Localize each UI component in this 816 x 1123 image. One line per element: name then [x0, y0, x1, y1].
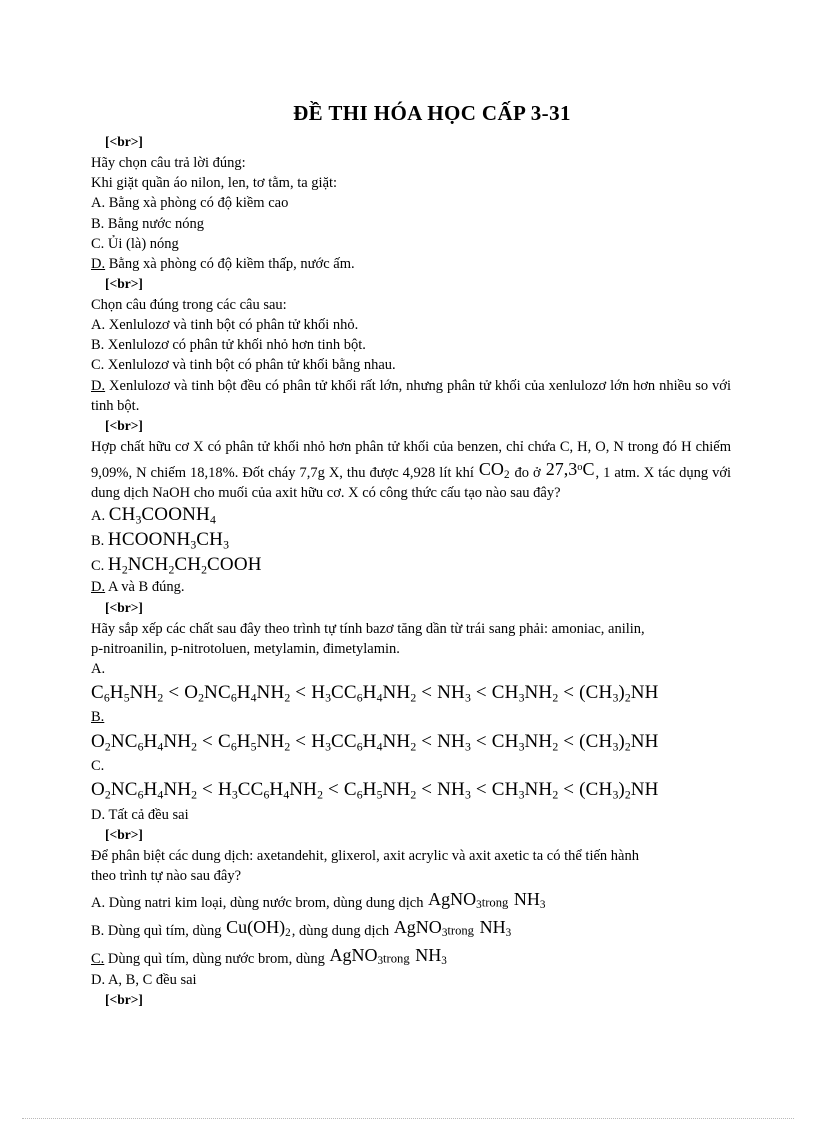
q5-option-a-formula-nh3: NH3 — [513, 889, 546, 912]
q5-option-c-formula-nh3: NH3 — [415, 945, 447, 968]
q4-option-a-marker: A. — [91, 660, 106, 677]
br-marker: [<br>] — [105, 992, 143, 1008]
q4-option-d[interactable]: D. Tất cả đều sai — [91, 805, 731, 825]
q3-formula-co2: CO2 — [478, 458, 511, 481]
q3-option-d-text: A và B đúng. — [107, 579, 185, 596]
q3-option-a-formula: CH3COONH4 — [108, 504, 216, 527]
q4-option-b-sequence: O2NC6H4NH2 < C6H5NH2 < H3CC6H4NH2 < NH3 < CH3NH2… — [91, 730, 659, 753]
page-title: ĐỀ THI HÓA HỌC CẤP 3-31 — [293, 101, 571, 125]
q1-prompt-line-1: Hãy chọn câu trả lời đúng: — [91, 155, 246, 172]
q1-option-b-marker: B. — [91, 215, 105, 232]
q1-option-c-text: Ủi (là) nóng — [107, 235, 179, 252]
q2-option-b-marker: B. — [91, 337, 105, 354]
q1-option-b-text: Bằng nước nóng — [107, 215, 204, 232]
q5-option-b-mid0: , dùng dung dịch — [291, 923, 390, 940]
q3-option-b-formula: HCOONH3CH3 — [107, 529, 229, 552]
br-marker: [<br>] — [105, 134, 143, 150]
q3-temp-value: 27,3 — [545, 458, 578, 479]
q5-option-c-pre: Dùng quì tím, dùng nước brom, dùng — [107, 951, 325, 968]
q3-co2-sub: 2 — [503, 468, 510, 481]
q4-option-c-sequence: O2NC6H4NH2 < H3CC6H4NH2 < C6H5NH2 < NH3 < CH3NH2… — [91, 779, 659, 802]
document-page: ĐỀ THI HÓA HỌC CẤP 3-31 [<br>] Hãy chọn … — [0, 0, 816, 1123]
document-body: ĐỀ THI HÓA HỌC CẤP 3-31 [<br>] Hãy chọn … — [91, 100, 731, 1011]
q3-prompt: Hợp chất hữu cơ X có phân tử khối nhỏ hơ… — [91, 437, 731, 504]
q2-option-c[interactable]: C. Xenlulozơ và tinh bột có phân tử khối… — [91, 355, 731, 375]
q1-option-d-text: Bằng xà phòng có độ kiềm thấp, nước ấm. — [108, 255, 355, 272]
q5-option-c-mid: trong — [383, 951, 410, 966]
q1-option-c-marker: C. — [91, 235, 105, 252]
q2-option-d-marker: D. — [91, 377, 106, 394]
q4-prompt-line-2: p-nitroanilin, p-nitrotoluen, metylamin,… — [91, 640, 400, 657]
q5-option-d[interactable]: D. A, B, C đều sai — [91, 970, 731, 990]
q1-prompt-line-2: Khi giặt quần áo nilon, len, tơ tằm, ta … — [91, 175, 338, 192]
q5-option-d-text: A, B, C đều sai — [107, 972, 197, 989]
q5-option-b-formula-cuoh2: Cu(OH)2 — [226, 917, 291, 940]
q5-option-c[interactable]: C. Dùng quì tím, dùng nước brom, dùng Ag… — [91, 942, 731, 970]
q5-option-c-formula-agno3: AgNO3trong — [329, 945, 410, 968]
q3-option-d-marker: D. — [91, 579, 106, 596]
q5-prompt-line-2: theo trình tự nào sau đây? — [91, 868, 241, 885]
q2-option-d[interactable]: D. Xenlulozơ và tinh bột đều có phân tử … — [91, 376, 731, 416]
q1-option-b[interactable]: B. Bằng nước nóng — [91, 214, 731, 234]
br-marker: [<br>] — [105, 417, 143, 433]
q1-option-d[interactable]: D. Bằng xà phòng có độ kiềm thấp, nước ấ… — [91, 254, 731, 274]
q5-option-b[interactable]: B. Dùng quì tím, dùng Cu(OH)2, dùng dung… — [91, 914, 731, 942]
q3-option-c[interactable]: C. H2NCH2CH2COOH — [91, 553, 731, 578]
q3-option-a-marker: A. — [91, 508, 106, 525]
q4-option-d-marker: D. — [91, 806, 106, 823]
q3-temp-unit: C — [582, 458, 595, 479]
br-marker: [<br>] — [105, 276, 143, 292]
br-marker: [<br>] — [105, 827, 143, 843]
q2-option-c-marker: C. — [91, 357, 105, 374]
q3-formula-temperature: 27,3oC — [545, 459, 596, 479]
q2-option-a[interactable]: A. Xenlulozơ và tinh bột có phân tử khối… — [91, 315, 731, 335]
q1-option-a-text: Bằng xà phòng có độ kiềm cao — [108, 195, 289, 212]
q4-option-d-text: Tất cả đều sai — [108, 806, 189, 823]
page-footer-rule — [22, 1118, 794, 1119]
q4-option-c-marker-row[interactable]: C. — [91, 756, 731, 777]
q5-option-b-pre: Dùng quì tím, dùng — [107, 923, 222, 940]
q5-option-c-marker: C. — [91, 951, 105, 968]
q3-option-b[interactable]: B. HCOONH3CH3 — [91, 528, 731, 553]
br-marker: [<br>] — [105, 599, 143, 615]
q3-option-a[interactable]: A. CH3COONH4 — [91, 503, 731, 528]
q2-option-a-marker: A. — [91, 317, 106, 334]
q4-prompt-line-1: Hãy sắp xếp các chất sau đây theo trình … — [91, 620, 645, 637]
q1-option-a[interactable]: A. Bằng xà phòng có độ kiềm cao — [91, 193, 731, 213]
q5-option-b-formula-agno3: AgNO3trong — [393, 917, 474, 940]
q4-option-b-marker-row[interactable]: B. — [91, 707, 731, 728]
q4-option-a-marker-row[interactable]: A. — [91, 659, 731, 680]
q2-option-b-text: Xenlulozơ có phân tử khối nhỏ hơn tinh b… — [107, 337, 366, 354]
q5-option-b-mid: trong — [447, 923, 474, 938]
q1-option-c[interactable]: C. Ủi (là) nóng — [91, 234, 731, 254]
q5-option-d-marker: D. — [91, 972, 106, 989]
q4-option-c-marker: C. — [91, 758, 105, 775]
q2-option-b[interactable]: B. Xenlulozơ có phân tử khối nhỏ hơn tin… — [91, 335, 731, 355]
q2-prompt-line-1: Chọn câu đúng trong các câu sau: — [91, 296, 287, 313]
q5-option-a-mid: trong — [481, 895, 509, 910]
q5-option-a-formula-agno3: AgNO3trong — [428, 889, 509, 912]
q4-option-a-sequence: C6H5NH2 < O2NC6H4NH2 < H3CC6H4NH2 < NH3 < CH3NH2… — [91, 681, 659, 705]
q3-option-c-marker: C. — [91, 557, 105, 574]
q5-option-b-formula-nh3: NH3 — [479, 917, 512, 940]
q3-co2-base: CO — [478, 458, 504, 479]
q2-option-d-text: Xenlulozơ và tinh bột đều có phân tử khố… — [91, 377, 732, 414]
q3-option-c-formula: H2NCH2CH2COOH — [107, 553, 262, 577]
q5-option-a[interactable]: A. Dùng natri kim loại, dùng nước brom, … — [91, 886, 731, 914]
q3-option-b-marker: B. — [91, 533, 105, 550]
q3-option-d[interactable]: D. A và B đúng. — [91, 577, 731, 597]
q1-option-a-marker: A. — [91, 195, 106, 212]
q3-prompt-part-2: đo ở — [514, 464, 541, 481]
q2-option-c-text: Xenlulozơ và tinh bột có phân tử khối bằ… — [107, 357, 396, 374]
q5-option-a-marker: A. — [91, 895, 106, 912]
q5-prompt-line-1: Để phân biệt các dung dịch: axetandehit,… — [91, 847, 639, 864]
q4-option-b-marker: B. — [91, 709, 105, 726]
q5-option-b-marker: B. — [91, 923, 105, 940]
q2-option-a-text: Xenlulozơ và tinh bột có phân tử khối nh… — [108, 317, 359, 334]
q1-option-d-marker: D. — [91, 255, 106, 272]
q5-option-a-pre: Dùng natri kim loại, dùng nước brom, dùn… — [108, 895, 424, 912]
